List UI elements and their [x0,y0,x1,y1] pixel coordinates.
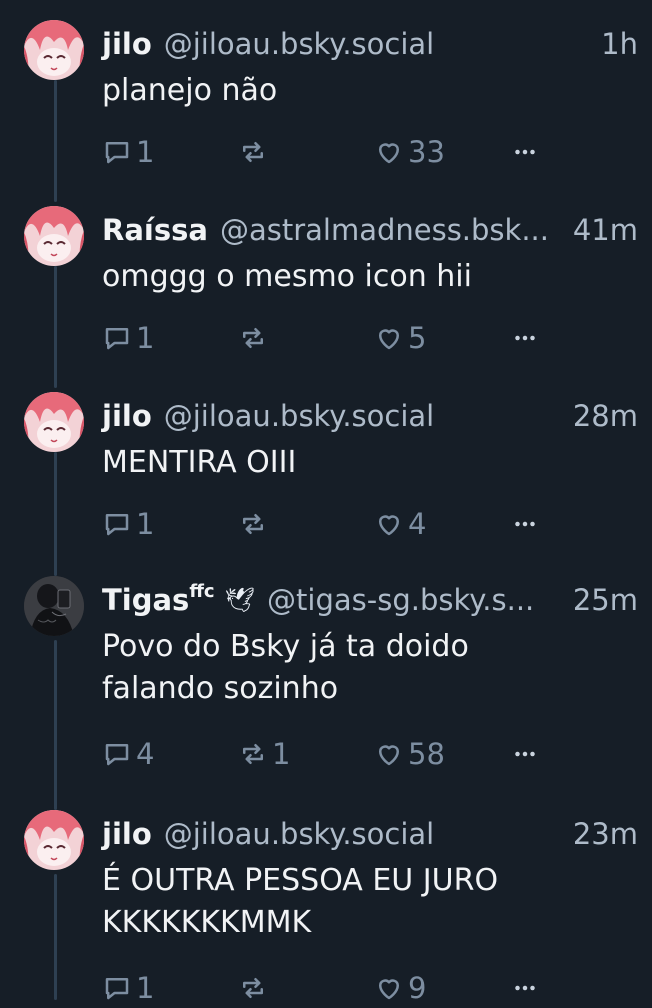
repost-count: 1 [272,737,291,771]
reply-count: 1 [136,507,155,541]
reply-count: 1 [136,135,155,169]
avatar[interactable] [24,392,84,452]
author-handle[interactable]: @jiloau.bsky.social [164,399,561,433]
more-dots-icon [515,751,535,757]
heart-icon [379,143,399,164]
avatar[interactable] [24,576,84,636]
post-header: Tigasffc 🕊 @tigas-sg.bsky.s... 25m [102,580,638,620]
heart-icon [379,979,399,1000]
post-actions: 4 1 58 [102,734,552,774]
repost-button[interactable] [238,968,272,1008]
author-handle[interactable]: @jiloau.bsky.social [164,817,561,851]
repost-arrows-icon [243,978,263,998]
author-handle[interactable]: @astralmadness.bsk... [220,213,561,247]
post-actions: 1 9 [102,968,552,1008]
reply-button[interactable]: 1 [102,318,154,358]
more-button[interactable] [510,734,540,774]
post-time[interactable]: 23m [573,817,638,851]
thread-line [54,266,57,388]
post-time[interactable]: 1h [601,27,638,61]
author-name-text: Tigas [102,583,190,617]
like-button[interactable]: 58 [374,734,445,774]
repost-arrows-icon [243,514,263,534]
dove-emoji: 🕊 [224,586,256,614]
like-count: 4 [408,507,427,541]
like-button[interactable]: 33 [374,132,445,172]
author-name-superscript: ffc [189,581,215,603]
author-name[interactable]: Tigasffc [102,581,215,617]
reply-count: 4 [136,737,155,771]
like-count: 58 [408,737,445,771]
post-time[interactable]: 25m [573,583,638,617]
repost-arrows-icon [243,328,263,348]
speech-bubble-icon [105,978,129,1000]
repost-button[interactable] [238,504,272,544]
like-button[interactable]: 5 [374,318,426,358]
reply-button[interactable]: 1 [102,968,154,1008]
author-handle[interactable]: @tigas-sg.bsky.s... [267,583,561,617]
avatar[interactable] [24,810,84,870]
like-count: 33 [408,135,445,169]
more-button[interactable] [510,968,540,1008]
speech-bubble-icon [105,142,129,164]
more-dots-icon [515,149,535,155]
more-button[interactable] [510,504,540,544]
like-button[interactable]: 4 [374,504,426,544]
thread-line [54,80,57,202]
post-header: jilo @jiloau.bsky.social 23m [102,814,638,854]
repost-button[interactable] [238,318,272,358]
like-button[interactable]: 9 [374,968,426,1008]
post-text: planejo não [102,73,278,108]
post-text: É OUTRA PESSOA EU JURO KKKKKKKMMK [102,863,499,940]
post-header: jilo @jiloau.bsky.social 1h [102,24,638,64]
thread-line [54,874,57,1000]
avatar[interactable] [24,206,84,266]
thread-line [54,452,57,576]
more-dots-icon [515,521,535,527]
author-name[interactable]: jilo [102,27,152,61]
speech-bubble-icon [105,328,129,350]
post-header: jilo @jiloau.bsky.social 28m [102,396,638,436]
post-header: Raíssa @astralmadness.bsk... 41m [102,210,638,250]
post-text: Povo do Bsky já ta doido falando sozinho [102,629,469,706]
reply-button[interactable]: 1 [102,504,154,544]
post-text: MENTIRA OIII [102,445,297,480]
heart-icon [379,329,399,350]
more-button[interactable] [510,318,540,358]
repost-arrows-icon [243,142,263,162]
post-actions: 1 33 [102,132,552,172]
author-name[interactable]: jilo [102,817,152,851]
like-count: 5 [408,321,427,355]
heart-icon [379,515,399,536]
repost-button[interactable]: 1 [238,734,290,774]
speech-bubble-icon [105,744,129,766]
post-actions: 1 4 [102,504,552,544]
repost-arrows-icon [243,744,263,764]
post-time[interactable]: 41m [573,213,638,247]
post-text: omggg o mesmo icon hii [102,259,472,294]
more-button[interactable] [510,132,540,172]
speech-bubble-icon [105,514,129,536]
author-name[interactable]: jilo [102,399,152,433]
repost-button[interactable] [238,132,272,172]
author-name[interactable]: Raíssa [102,213,208,247]
reply-count: 1 [136,321,155,355]
post-actions: 1 5 [102,318,552,358]
reply-button[interactable]: 4 [102,734,154,774]
avatar[interactable] [24,20,84,80]
more-dots-icon [515,985,535,991]
post-time[interactable]: 28m [573,399,638,433]
heart-icon [379,745,399,766]
reply-button[interactable]: 1 [102,132,154,172]
author-handle[interactable]: @jiloau.bsky.social [164,27,589,61]
more-dots-icon [515,335,535,341]
thread-line [54,640,57,810]
